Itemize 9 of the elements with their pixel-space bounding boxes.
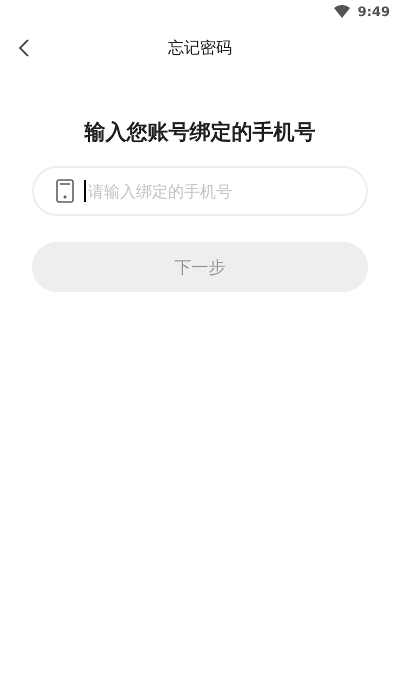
phone-input-field[interactable]: 请输入绑定的手机号 (86, 180, 366, 202)
phone-icon (56, 179, 74, 203)
wifi-icon (334, 5, 350, 19)
phone-field[interactable]: 请输入绑定的手机号 (32, 166, 368, 216)
instruction-heading: 输入您账号绑定的手机号 (83, 119, 316, 146)
back-icon[interactable] (18, 38, 30, 58)
page-title: 忘记密码 (168, 38, 232, 58)
status-time: 9:49 (358, 4, 390, 20)
text-cursor (84, 180, 86, 202)
